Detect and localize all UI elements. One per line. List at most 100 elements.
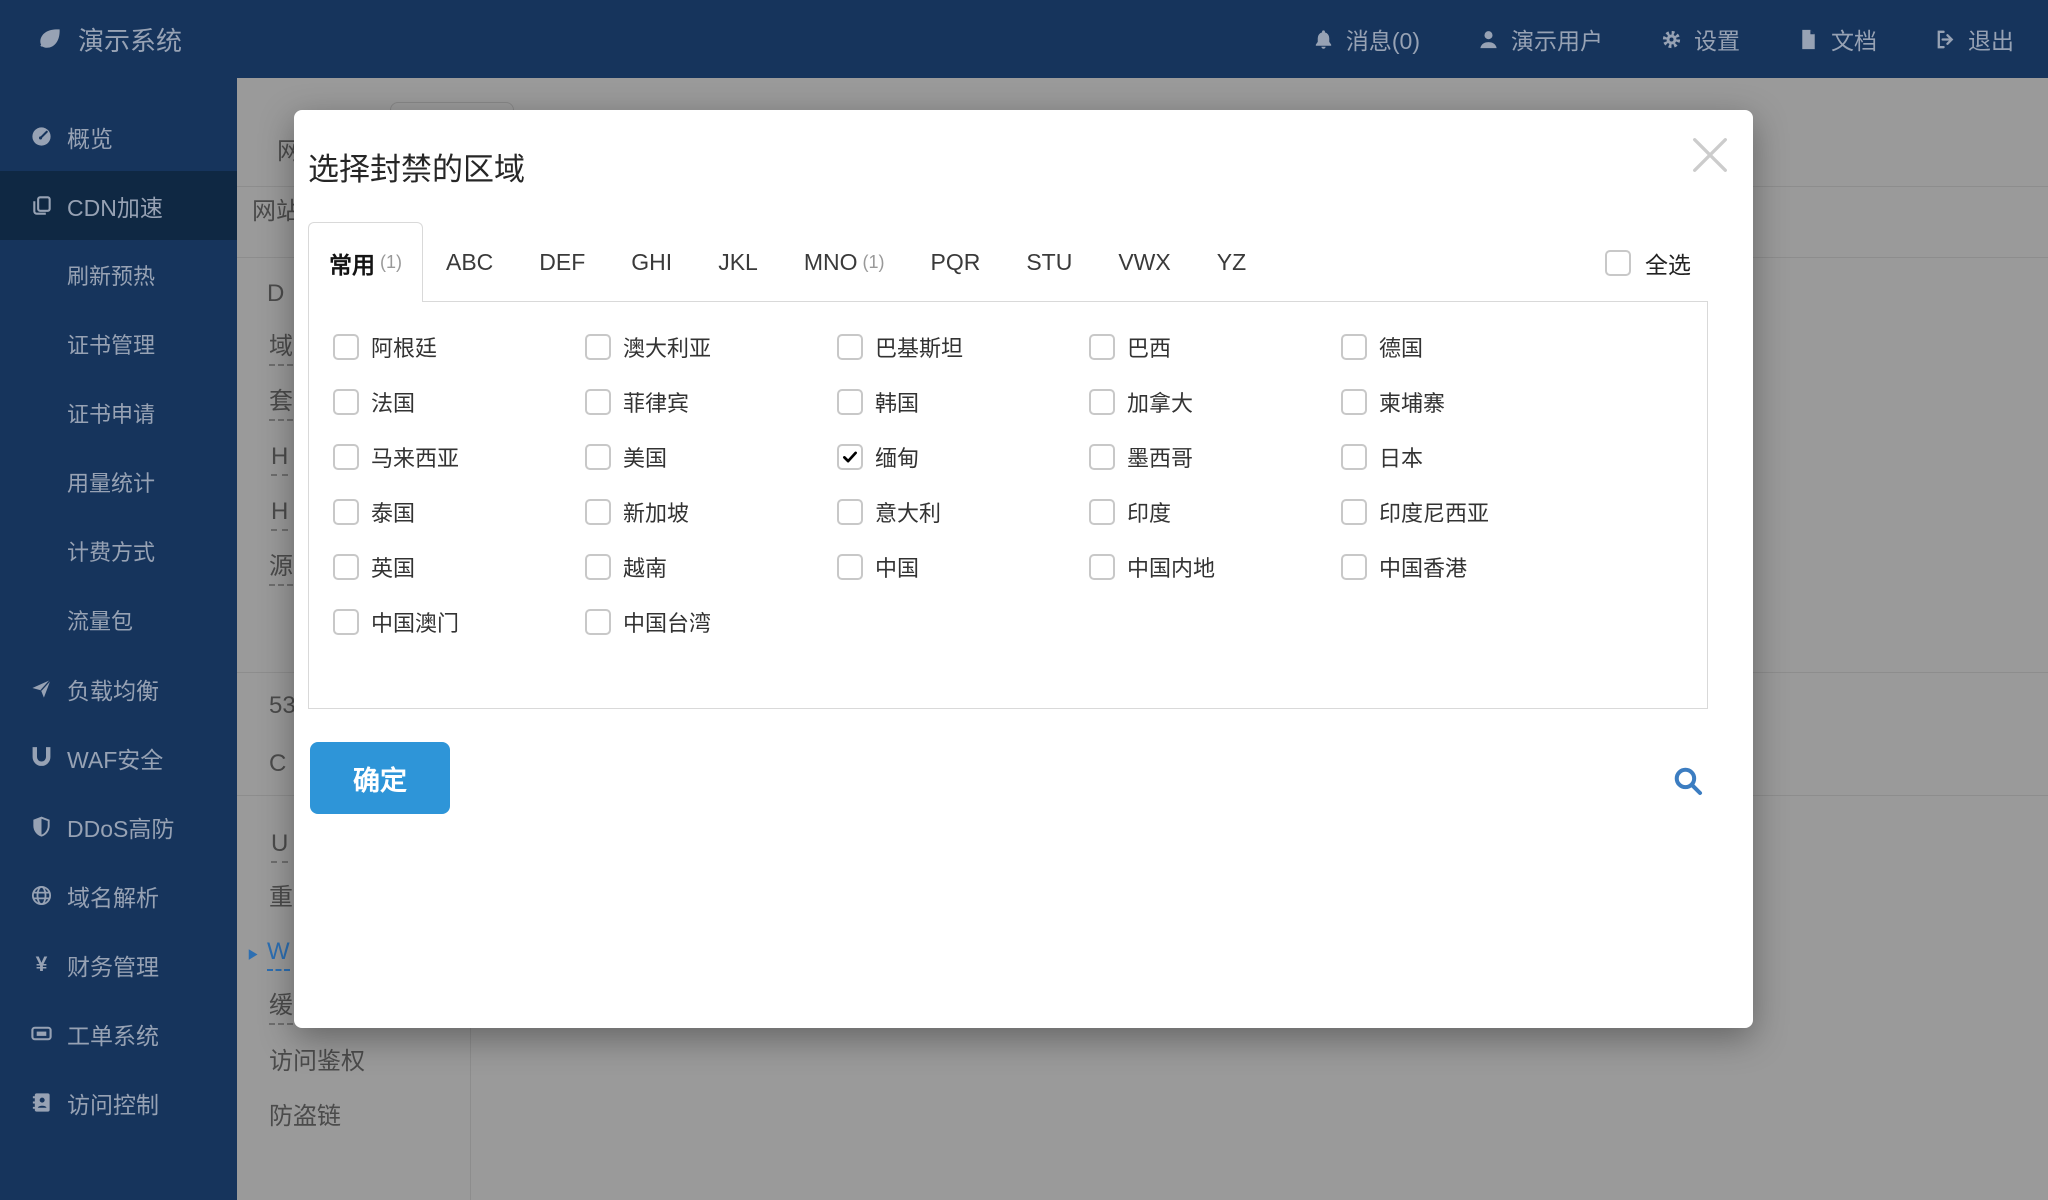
region-checkbox[interactable]: 中国澳门 (333, 608, 585, 635)
region-checkbox[interactable]: 德国 (1341, 333, 1593, 360)
tab[interactable]: JKL (695, 222, 781, 302)
background-text: C (269, 750, 286, 783)
navbar-item[interactable]: 消息(0) (1312, 22, 1420, 56)
sidebar-item[interactable]: 流量包 (0, 585, 237, 654)
sidebar-item[interactable]: 访问控制 (0, 1068, 237, 1137)
sidebar-item[interactable]: 用量统计 (0, 447, 237, 516)
tab-label: YZ (1217, 249, 1246, 276)
sidebar-item[interactable]: 负载均衡 (0, 654, 237, 723)
region-checkbox[interactable]: 意大利 (837, 498, 1089, 525)
region-label: 中国香港 (1379, 551, 1467, 583)
region-checkbox[interactable]: 菲律宾 (585, 388, 837, 415)
region-label: 巴西 (1127, 331, 1171, 363)
background-divider (470, 1026, 471, 1200)
sidebar-item[interactable]: 证书申请 (0, 378, 237, 447)
sidebar-item-label: 域名解析 (67, 879, 159, 913)
shield-icon (30, 815, 53, 838)
navbar-item[interactable]: 退出 (1934, 22, 2014, 56)
sidebar-item-label: 工单系统 (67, 1017, 159, 1051)
region-checkbox[interactable]: 韩国 (837, 388, 1089, 415)
region-checkbox[interactable]: 越南 (585, 553, 837, 580)
region-checkbox[interactable]: 日本 (1341, 443, 1593, 470)
region-checkbox[interactable]: 阿根廷 (333, 333, 585, 360)
brand[interactable]: 演示系统 (36, 21, 182, 58)
tab[interactable]: GHI (608, 222, 695, 302)
sidebar-item[interactable]: WAF安全 (0, 723, 237, 792)
region-checkbox[interactable]: 美国 (585, 443, 837, 470)
region-checkbox[interactable]: 巴西 (1089, 333, 1341, 360)
navbar-item-label: 消息(0) (1346, 22, 1420, 56)
region-label: 中国内地 (1127, 551, 1215, 583)
region-label: 德国 (1379, 331, 1423, 363)
sidebar-item-label: 概览 (67, 120, 113, 154)
region-checkbox[interactable]: 马来西亚 (333, 443, 585, 470)
region-checkbox[interactable]: 中国 (837, 553, 1089, 580)
region-checkbox[interactable]: 英国 (333, 553, 585, 580)
region-checkbox[interactable]: 缅甸 (837, 443, 1089, 470)
background-text: 域 (269, 333, 293, 366)
sidebar-item[interactable]: 计费方式 (0, 516, 237, 585)
region-checkbox[interactable]: 柬埔寨 (1341, 388, 1593, 415)
checkbox (585, 334, 611, 360)
region-checkbox[interactable]: 新加坡 (585, 498, 837, 525)
region-checkbox[interactable]: 法国 (333, 388, 585, 415)
tab-label: JKL (718, 249, 758, 276)
user-icon (1477, 28, 1500, 51)
magnet-icon (30, 746, 53, 769)
search-icon[interactable] (1670, 763, 1706, 799)
tab[interactable]: MNO (1) (781, 222, 908, 302)
background-text: 53 (269, 692, 296, 725)
checkbox (333, 334, 359, 360)
checkbox (333, 554, 359, 580)
sidebar-item-label: 财务管理 (67, 948, 159, 982)
sidebar-item-label: 负载均衡 (67, 672, 159, 706)
tab[interactable]: 常用 (1) (308, 222, 423, 302)
tab[interactable]: STU (1003, 222, 1095, 302)
region-checkbox[interactable]: 澳大利亚 (585, 333, 837, 360)
checkbox (1341, 389, 1367, 415)
region-label: 意大利 (875, 496, 941, 528)
region-checkbox[interactable]: 中国台湾 (585, 608, 837, 635)
region-checkbox[interactable]: 印度 (1089, 498, 1341, 525)
tab-label: 常用 (329, 246, 375, 280)
sidebar-item[interactable]: 域名解析 (0, 861, 237, 930)
tab[interactable]: YZ (1194, 222, 1269, 302)
checkbox (585, 609, 611, 635)
leaf-icon (36, 26, 63, 53)
sidebar-item[interactable]: DDoS高防 (0, 792, 237, 861)
region-checkbox[interactable]: 加拿大 (1089, 388, 1341, 415)
navbar-item-label: 演示用户 (1511, 22, 1603, 56)
region-checkbox[interactable]: 中国内地 (1089, 553, 1341, 580)
check-icon (841, 448, 859, 466)
checkbox (1089, 554, 1115, 580)
background-text: 重 (269, 884, 293, 917)
select-all-checkbox[interactable]: 全选 (1605, 246, 1691, 280)
sidebar-item[interactable]: ¥ 财务管理 (0, 930, 237, 999)
tab[interactable]: VWX (1095, 222, 1193, 302)
sidebar-item[interactable]: 证书管理 (0, 309, 237, 378)
region-label: 阿根廷 (371, 331, 437, 363)
sidebar-item-label: 计费方式 (67, 535, 155, 567)
region-select-modal: 选择封禁的区域 常用 (1) ABC DEF GHI JKL (294, 110, 1753, 1028)
navbar-item[interactable]: 演示用户 (1477, 22, 1603, 56)
sidebar-item[interactable]: 工单系统 (0, 999, 237, 1068)
tab[interactable]: DEF (516, 222, 608, 302)
background-text: H (271, 498, 288, 531)
region-checkbox[interactable]: 泰国 (333, 498, 585, 525)
navbar-item[interactable]: 文档 (1797, 22, 1877, 56)
sidebar-item[interactable]: 概览 (0, 102, 237, 171)
region-checkbox[interactable]: 墨西哥 (1089, 443, 1341, 470)
sidebar-item[interactable]: CDN加速 (0, 171, 237, 240)
region-label: 美国 (623, 441, 667, 473)
region-checkbox[interactable]: 巴基斯坦 (837, 333, 1089, 360)
confirm-button[interactable]: 确定 (310, 742, 450, 814)
background-text: 防盗链 (269, 1103, 341, 1136)
tab[interactable]: ABC (423, 222, 516, 302)
region-checkbox[interactable]: 中国香港 (1341, 553, 1593, 580)
sidebar-item[interactable]: 刷新预热 (0, 240, 237, 309)
tab[interactable]: PQR (908, 222, 1004, 302)
region-checkbox[interactable]: 印度尼西亚 (1341, 498, 1593, 525)
copy-icon (30, 194, 53, 217)
navbar-item[interactable]: 设置 (1660, 22, 1740, 56)
close-icon[interactable] (1687, 132, 1733, 178)
